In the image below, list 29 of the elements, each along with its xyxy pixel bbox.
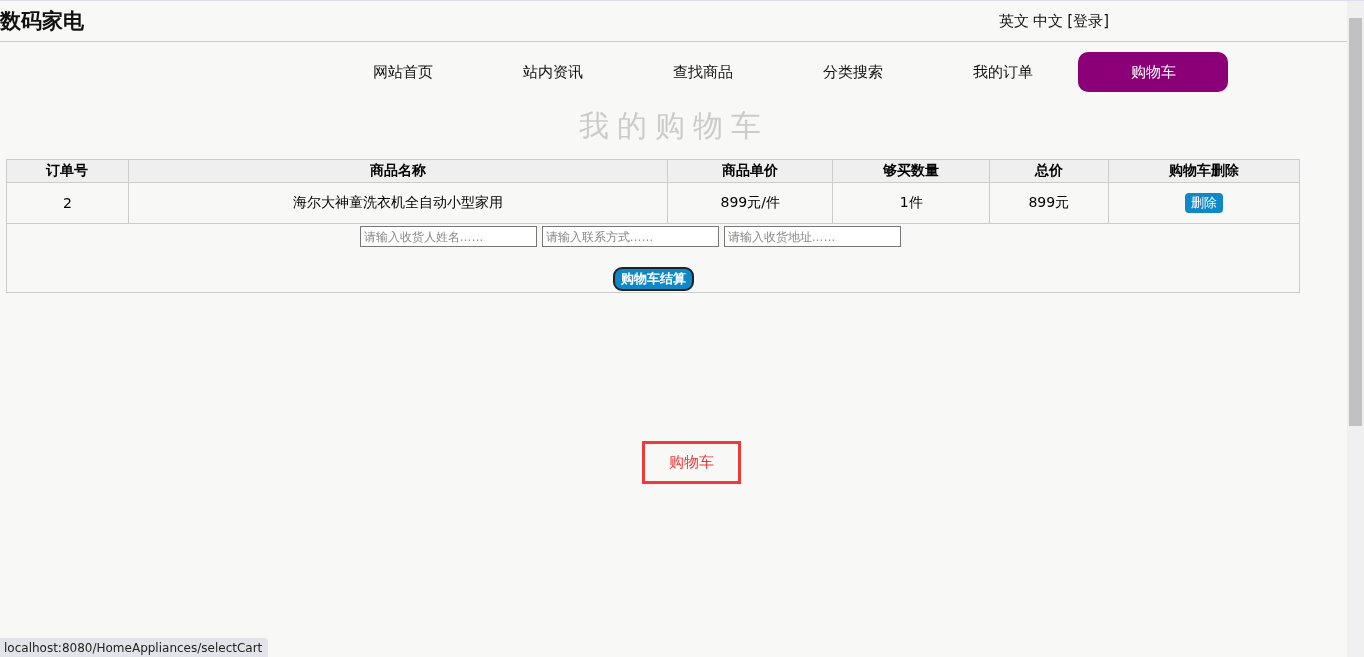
column-header: 商品单价 xyxy=(667,159,833,183)
column-header: 商品名称 xyxy=(128,159,668,183)
column-header: 订单号 xyxy=(6,159,129,183)
column-header: 购物车删除 xyxy=(1108,159,1300,183)
header-link[interactable]: [登录] xyxy=(1067,11,1109,31)
table-cell: 2 xyxy=(6,182,129,224)
column-header: 总价 xyxy=(989,159,1109,183)
input-field[interactable]: 请输入收货人姓名…… xyxy=(359,226,537,247)
nav-tab[interactable]: 网站首页 xyxy=(328,52,478,92)
input-field[interactable]: 请输入收货地址…… xyxy=(723,226,901,247)
table-cell: 899元 xyxy=(989,182,1109,224)
nav-tab[interactable]: 购物车 xyxy=(1078,52,1228,92)
cart-label-box: 购物车 xyxy=(642,441,741,484)
site-brand: 数码家电 xyxy=(0,8,85,35)
input-field[interactable]: 请输入联系方式…… xyxy=(541,226,719,247)
column-header: 够买数量 xyxy=(832,159,990,183)
nav-tab[interactable]: 分类搜索 xyxy=(778,52,928,92)
header-link[interactable]: 中文 xyxy=(1033,11,1064,31)
checkout-button[interactable]: 购物车结算 xyxy=(612,267,694,291)
nav-tab[interactable]: 查找商品 xyxy=(628,52,778,92)
nav-tab[interactable]: 站内资讯 xyxy=(478,52,628,92)
nav-tab[interactable]: 我的订单 xyxy=(928,52,1078,92)
header-link[interactable]: 英文 xyxy=(999,11,1030,31)
scrollbar[interactable] xyxy=(1347,1,1364,657)
table-cell: 海尔大神童洗衣机全自动小型家用 xyxy=(128,182,668,224)
delete-button[interactable]: 删除 xyxy=(1184,193,1223,213)
status-bar: localhost:8080/HomeAppliances/selectCart xyxy=(0,638,269,657)
table-cell: 899元/件 xyxy=(667,182,833,224)
table-cell: 1件 xyxy=(832,182,990,224)
